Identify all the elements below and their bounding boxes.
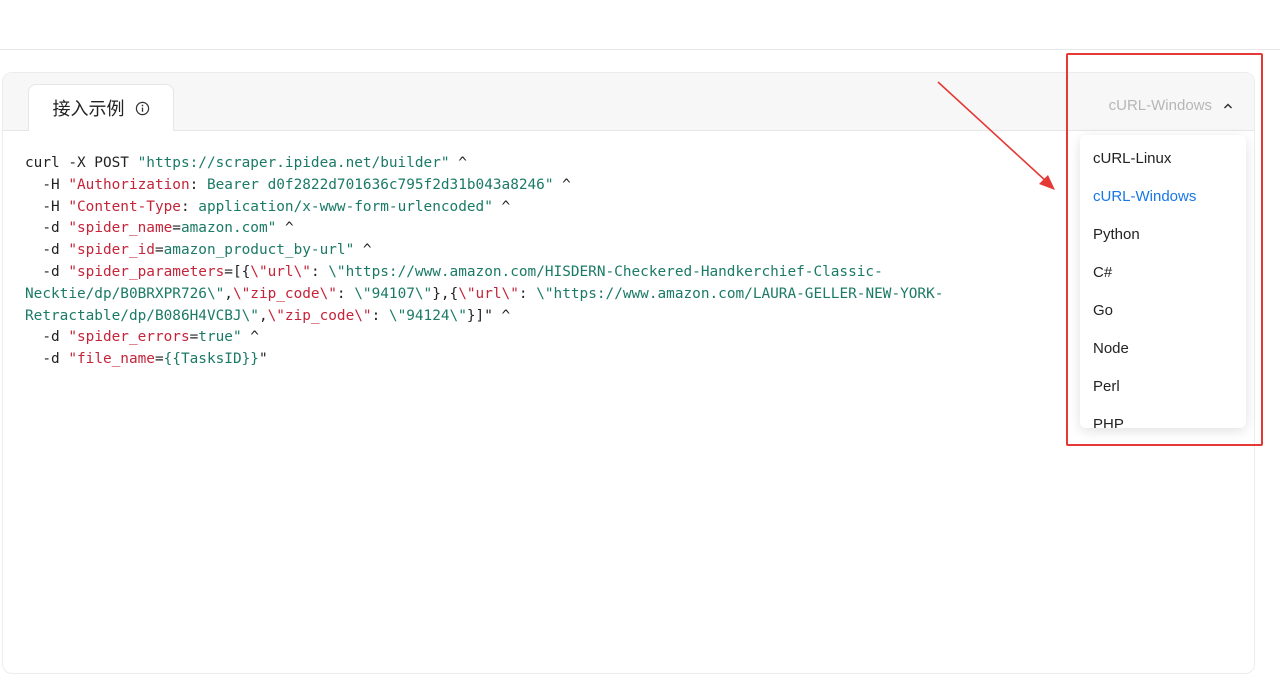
code-token: "spider_errors: [68, 329, 190, 346]
code-token: },{: [432, 285, 459, 302]
code-token: amazon.com": [180, 220, 277, 237]
code-token: \"url\": [250, 263, 311, 280]
code-token: {{TasksID}}: [163, 351, 259, 368]
code-line: -d "spider_id=amazon_product_by-url" ^: [25, 242, 372, 259]
code-token: \"https://www.amazon.com/LAURA-GELLER-NE…: [536, 285, 944, 302]
code-token: "Content-Type: [68, 198, 181, 215]
code-token: \"https://www.amazon.com/HISDERN-Checker…: [328, 263, 883, 280]
code-token: ^: [492, 307, 511, 324]
code-token: :: [371, 307, 389, 324]
code-block: curl -X POST "https://scraper.ipidea.net…: [25, 153, 943, 371]
code-token: -d: [25, 351, 69, 368]
tab-label: 接入示例: [52, 99, 125, 120]
info-icon[interactable]: [135, 101, 150, 116]
code-token: ": [258, 351, 268, 368]
code-token: :: [180, 198, 199, 215]
dropdown-option-node[interactable]: Node: [1080, 330, 1246, 368]
code-token: ^: [354, 242, 372, 259]
code-token: \"94107\": [354, 285, 433, 302]
panel-header: 接入示例 cURL-Windows: [3, 73, 1254, 131]
code-line: -d "file_name={{TasksID}}": [25, 351, 268, 368]
code-token: \"zip_code\": [267, 307, 372, 324]
code-token: ^: [276, 220, 294, 237]
code-line: -H "Content-Type: application/x-www-form…: [25, 199, 510, 215]
code-token: -d: [25, 263, 69, 280]
code-token: ^: [449, 155, 467, 171]
code-token: ,: [224, 285, 233, 302]
code-token: =[{: [224, 263, 251, 280]
code-token: ,: [258, 307, 268, 324]
code-token: =: [189, 329, 199, 346]
code-token: ^: [553, 176, 571, 193]
code-token: "spider_id: [68, 242, 155, 259]
code-line: -H "Authorization: Bearer d0f2822d701636…: [25, 177, 571, 193]
dropdown-option-csharp[interactable]: C#: [1080, 254, 1246, 292]
code-token: application/x-www-form-urlencoded": [198, 198, 493, 215]
dropdown-option-php[interactable]: PHP: [1080, 406, 1246, 428]
code-token: :: [189, 176, 207, 193]
code-token: -d: [25, 329, 69, 346]
code-token: Necktie/dp/B0BRXPR726\": [25, 285, 225, 302]
code-token: :: [310, 263, 329, 280]
code-token: =: [172, 220, 181, 237]
code-token: }]": [466, 307, 493, 324]
code-token: curl -X POST: [25, 155, 138, 171]
code-line: -d "spider_errors=true" ^: [25, 329, 259, 345]
code-token: =: [154, 351, 164, 368]
dropdown-option-python[interactable]: Python: [1080, 216, 1246, 254]
language-select-value: cURL-Windows: [1108, 97, 1212, 114]
top-bar: [0, 0, 1280, 50]
code-token: "file_name: [68, 351, 155, 368]
language-dropdown-menu: cURL-Linux cURL-Windows Python C# Go Nod…: [1080, 135, 1246, 428]
code-token: "https://scraper.ipidea.net/builder": [137, 155, 450, 171]
code-token: :: [518, 285, 537, 302]
dropdown-option-perl[interactable]: Perl: [1080, 368, 1246, 406]
tab-integration-example[interactable]: 接入示例: [28, 84, 174, 131]
code-token: -d: [25, 220, 69, 237]
code-token: \"url\": [458, 285, 519, 302]
code-token: =: [154, 242, 164, 259]
code-token: -H: [25, 198, 69, 215]
code-token: "spider_name: [68, 220, 173, 237]
code-token: "spider_parameters: [68, 263, 225, 280]
code-line: curl -X POST "https://scraper.ipidea.net…: [25, 155, 467, 171]
code-line: Necktie/dp/B0BRXPR726\",\"zip_code\": \"…: [25, 286, 943, 302]
code-line: -d "spider_name=amazon.com" ^: [25, 220, 294, 237]
code-token: amazon_product_by-url": [163, 242, 355, 259]
chevron-up-icon: [1223, 102, 1233, 109]
dropdown-option-curl-linux[interactable]: cURL-Linux: [1080, 140, 1246, 178]
code-line: -d "spider_parameters=[{\"url\": \"https…: [25, 263, 883, 280]
dropdown-option-curl-windows[interactable]: cURL-Windows: [1080, 178, 1246, 216]
code-token: Bearer d0f2822d701636c795f2d31b043a8246": [206, 176, 554, 193]
code-token: ^: [241, 329, 259, 346]
dropdown-option-go[interactable]: Go: [1080, 292, 1246, 330]
language-select[interactable]: cURL-Windows: [1109, 97, 1234, 114]
code-token: "Authorization: [68, 176, 190, 193]
code-token: ^: [492, 198, 511, 215]
code-line: Retractable/dp/B086H4VCBJ\",\"zip_code\"…: [25, 308, 510, 324]
code-token: -H: [25, 176, 69, 193]
code-token: \"94124\": [388, 307, 467, 324]
code-token: \"zip_code\": [232, 285, 337, 302]
code-token: Retractable/dp/B086H4VCBJ\": [25, 307, 259, 324]
code-token: :: [336, 285, 355, 302]
code-token: -d: [25, 242, 69, 259]
code-token: true": [198, 329, 242, 346]
